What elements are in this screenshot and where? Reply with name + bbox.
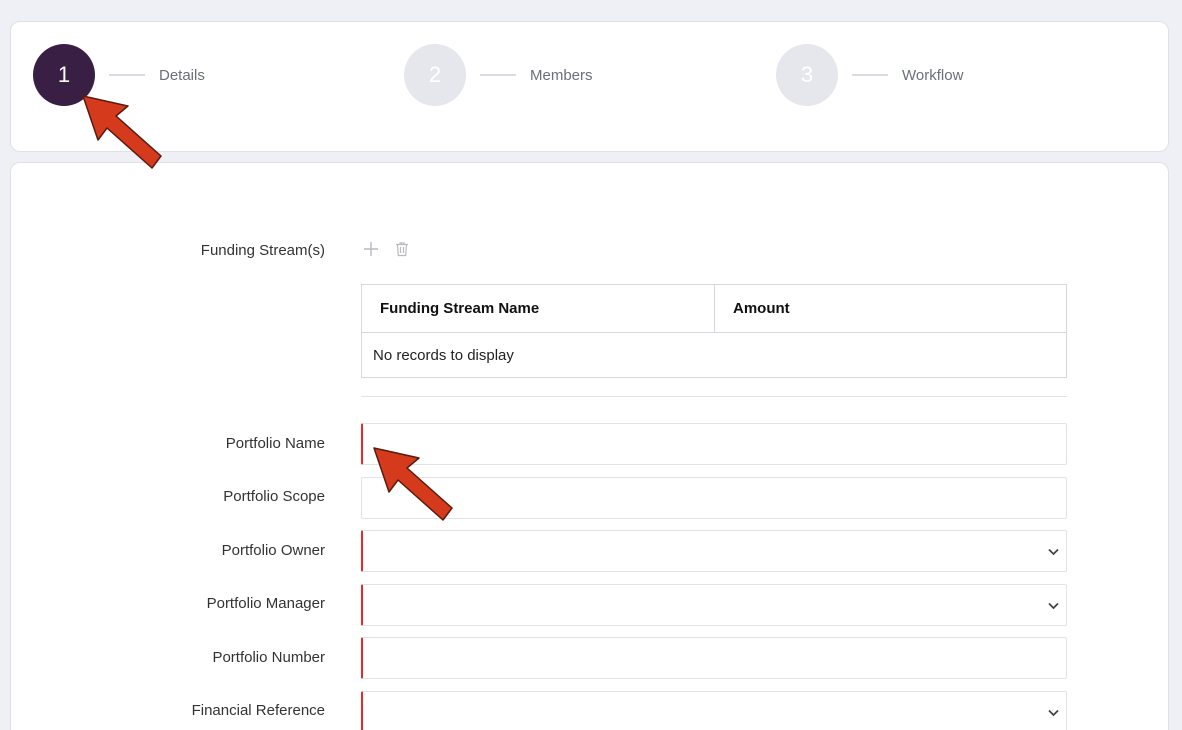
step-label: Details bbox=[159, 66, 205, 84]
portfolio-name-input[interactable] bbox=[361, 423, 1067, 465]
trash-icon[interactable] bbox=[395, 241, 409, 257]
step-number-circle[interactable]: 3 bbox=[776, 44, 838, 106]
funding-stream-toolbar bbox=[363, 241, 409, 257]
step-connector bbox=[480, 74, 516, 76]
details-form: Funding Stream(s) Funding Stream Name Am… bbox=[10, 162, 1169, 730]
section-divider bbox=[361, 396, 1067, 397]
financial-reference-select[interactable] bbox=[361, 691, 1067, 730]
portfolio-manager-select[interactable] bbox=[361, 584, 1067, 626]
step-connector bbox=[852, 74, 888, 76]
portfolio-scope-label: Portfolio Scope bbox=[223, 488, 325, 505]
table-header-row: Funding Stream Name Amount bbox=[361, 284, 1067, 333]
column-header-funding-stream-name[interactable]: Funding Stream Name bbox=[361, 284, 715, 333]
funding-stream-label: Funding Stream(s) bbox=[200, 242, 325, 259]
step-number-circle[interactable]: 2 bbox=[404, 44, 466, 106]
funding-stream-table: Funding Stream Name Amount No records to… bbox=[361, 284, 1067, 378]
plus-icon[interactable] bbox=[363, 241, 379, 257]
step-details[interactable]: 1 Details bbox=[33, 44, 205, 106]
portfolio-owner-select[interactable] bbox=[361, 530, 1067, 572]
portfolio-owner-label: Portfolio Owner bbox=[221, 542, 325, 559]
step-number-circle[interactable]: 1 bbox=[33, 44, 95, 106]
portfolio-manager-label: Portfolio Manager bbox=[206, 595, 325, 612]
step-members[interactable]: 2 Members bbox=[404, 44, 593, 106]
stepper: 1 Details 2 Members 3 Workflow bbox=[10, 21, 1169, 152]
step-connector bbox=[109, 74, 145, 76]
portfolio-name-label: Portfolio Name bbox=[225, 435, 325, 452]
portfolio-scope-input[interactable] bbox=[361, 477, 1067, 519]
column-header-amount[interactable]: Amount bbox=[714, 284, 1067, 333]
step-label: Members bbox=[530, 66, 593, 84]
portfolio-number-label: Portfolio Number bbox=[212, 649, 325, 666]
step-workflow[interactable]: 3 Workflow bbox=[776, 44, 963, 106]
financial-reference-label: Financial Reference bbox=[191, 702, 325, 719]
portfolio-number-input[interactable] bbox=[361, 637, 1067, 679]
table-row: No records to display bbox=[362, 333, 1067, 378]
step-label: Workflow bbox=[902, 66, 964, 84]
empty-table-message: No records to display bbox=[373, 346, 514, 364]
